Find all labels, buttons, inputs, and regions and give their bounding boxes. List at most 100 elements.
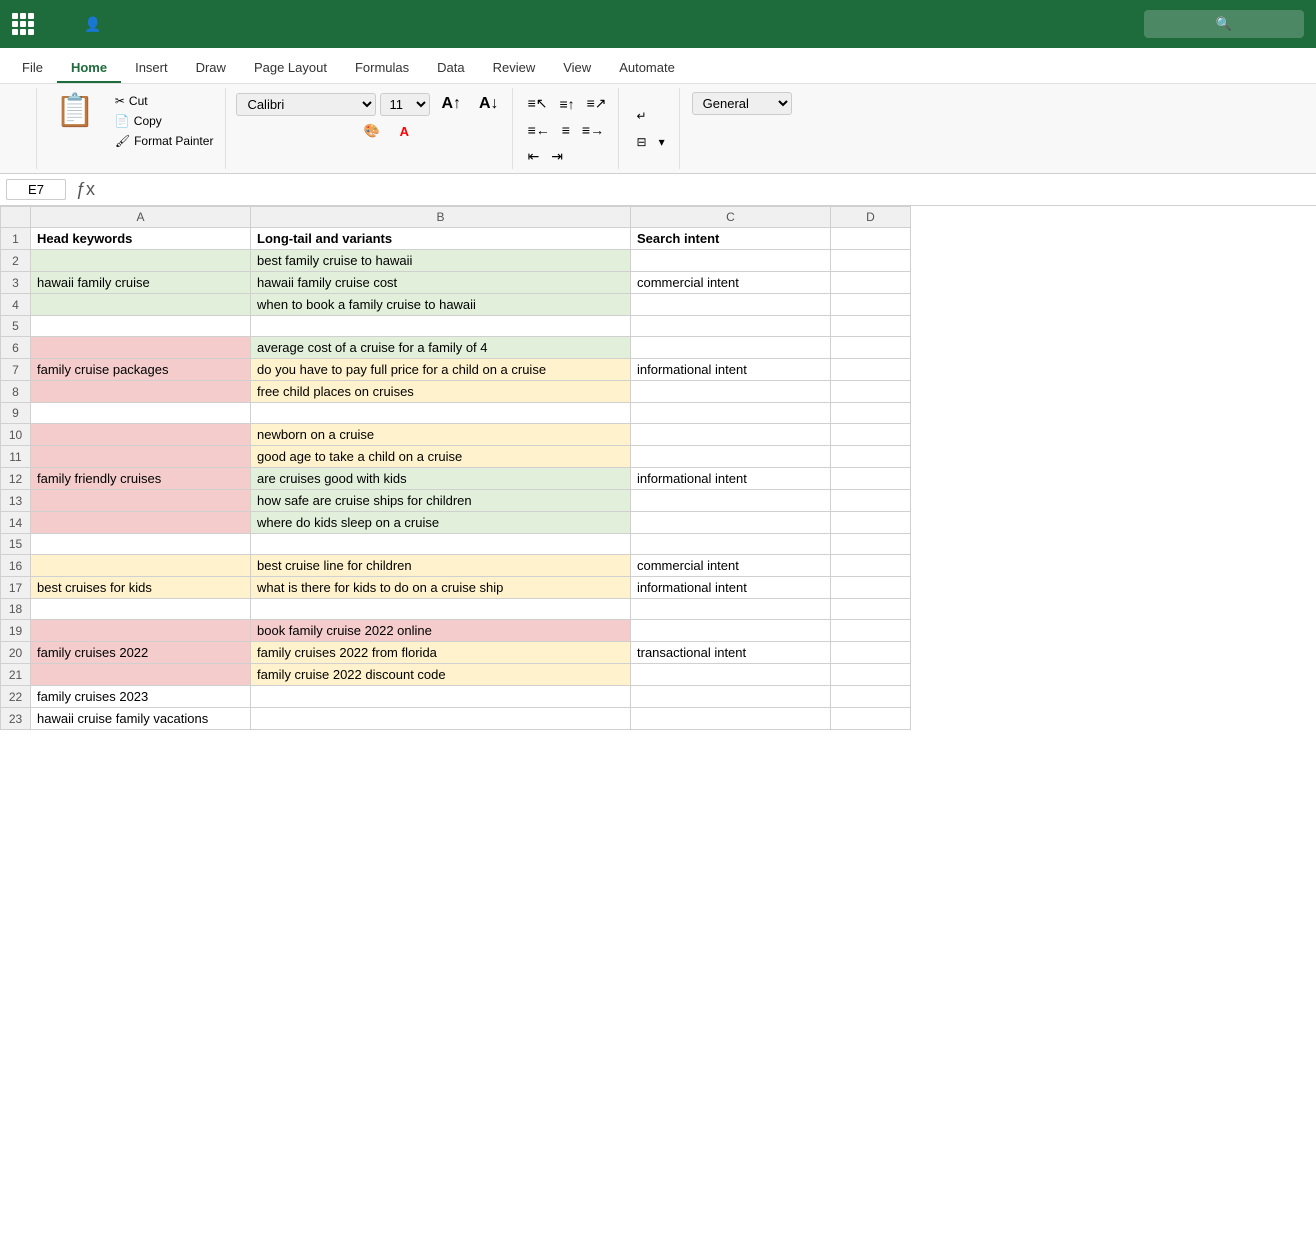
number-format-select[interactable]: General <box>692 92 792 115</box>
cell-6-C[interactable] <box>631 337 831 359</box>
align-center-button[interactable]: ≡ <box>557 119 575 141</box>
cell-15-D[interactable] <box>831 534 911 555</box>
cell-14-D[interactable] <box>831 512 911 534</box>
cell-12-D[interactable] <box>831 468 911 490</box>
cell-20-A[interactable]: family cruises 2022 <box>31 642 251 664</box>
cell-14-C[interactable] <box>631 512 831 534</box>
tab-insert[interactable]: Insert <box>121 54 182 83</box>
cell-23-A[interactable]: hawaii cruise family vacations <box>31 708 251 730</box>
row-header-15[interactable]: 15 <box>1 534 31 555</box>
paste-button[interactable]: 📋 <box>47 92 103 128</box>
cell-reference-input[interactable] <box>6 179 66 200</box>
cell-14-A[interactable] <box>31 512 251 534</box>
cell-5-D[interactable] <box>831 316 911 337</box>
row-header-6[interactable]: 6 <box>1 337 31 359</box>
tab-formulas[interactable]: Formulas <box>341 54 423 83</box>
cell-21-B[interactable]: family cruise 2022 discount code <box>251 664 631 686</box>
cell-22-C[interactable] <box>631 686 831 708</box>
col-header-a[interactable]: A <box>31 207 251 228</box>
row-header-18[interactable]: 18 <box>1 599 31 620</box>
cell-20-D[interactable] <box>831 642 911 664</box>
row-header-20[interactable]: 20 <box>1 642 31 664</box>
tab-draw[interactable]: Draw <box>182 54 240 83</box>
cell-9-A[interactable] <box>31 403 251 424</box>
row-header-10[interactable]: 10 <box>1 424 31 446</box>
cell-3-C[interactable]: commercial intent <box>631 272 831 294</box>
cell-10-B[interactable]: newborn on a cruise <box>251 424 631 446</box>
app-grid-icon[interactable] <box>12 13 34 35</box>
cell-10-D[interactable] <box>831 424 911 446</box>
cut-button[interactable]: ✂ Cut <box>109 92 220 110</box>
tab-home[interactable]: Home <box>57 54 121 83</box>
percent-button[interactable] <box>708 119 720 123</box>
cell-7-C[interactable]: informational intent <box>631 359 831 381</box>
cell-23-C[interactable] <box>631 708 831 730</box>
format-painter-button[interactable]: 🖌 Format Painter <box>109 132 220 150</box>
font-size-decrease[interactable]: A↓ <box>472 92 506 116</box>
cell-3-A[interactable]: hawaii family cruise <box>31 272 251 294</box>
cell-7-D[interactable] <box>831 359 911 381</box>
tab-automate[interactable]: Automate <box>605 54 689 83</box>
tab-page-layout[interactable]: Page Layout <box>240 54 341 83</box>
cell-15-C[interactable] <box>631 534 831 555</box>
row-header-5[interactable]: 5 <box>1 316 31 337</box>
align-top-center-button[interactable]: ≡↑ <box>554 93 579 115</box>
cell-18-B[interactable] <box>251 599 631 620</box>
cell-7-B[interactable]: do you have to pay full price for a chil… <box>251 359 631 381</box>
cell-21-C[interactable] <box>631 664 831 686</box>
cell-16-C[interactable]: commercial intent <box>631 555 831 577</box>
row-header-13[interactable]: 13 <box>1 490 31 512</box>
cell-2-D[interactable] <box>831 250 911 272</box>
cell-21-A[interactable] <box>31 664 251 686</box>
cell-17-D[interactable] <box>831 577 911 599</box>
row-header-16[interactable]: 16 <box>1 555 31 577</box>
font-size-increase[interactable]: A↑ <box>434 92 468 116</box>
cell-6-B[interactable]: average cost of a cruise for a family of… <box>251 337 631 359</box>
cell-11-C[interactable] <box>631 446 831 468</box>
cell-17-B[interactable]: what is there for kids to do on a cruise… <box>251 577 631 599</box>
cell-5-C[interactable] <box>631 316 831 337</box>
strikethrough-button[interactable] <box>316 128 330 134</box>
search-box[interactable]: 🔍 <box>1144 10 1304 38</box>
cell-17-A[interactable]: best cruises for kids <box>31 577 251 599</box>
cell-19-D[interactable] <box>831 620 911 642</box>
cell-13-B[interactable]: how safe are cruise ships for children <box>251 490 631 512</box>
cell-20-C[interactable]: transactional intent <box>631 642 831 664</box>
cell-16-A[interactable] <box>31 555 251 577</box>
cell-4-D[interactable] <box>831 294 911 316</box>
cell-12-B[interactable]: are cruises good with kids <box>251 468 631 490</box>
cell-8-B[interactable]: free child places on cruises <box>251 381 631 403</box>
cell-7-A[interactable]: family cruise packages <box>31 359 251 381</box>
cell-23-B[interactable] <box>251 708 631 730</box>
row-header-19[interactable]: 19 <box>1 620 31 642</box>
double-underline-button[interactable] <box>296 128 310 134</box>
tab-view[interactable]: View <box>549 54 605 83</box>
cell-4-B[interactable]: when to book a family cruise to hawaii <box>251 294 631 316</box>
font-name-select[interactable]: Calibri <box>236 93 376 116</box>
align-top-left-button[interactable]: ≡↖ <box>523 92 553 115</box>
row-header-1[interactable]: 1 <box>1 228 31 250</box>
cell-15-B[interactable] <box>251 534 631 555</box>
cell-18-C[interactable] <box>631 599 831 620</box>
cell-17-C[interactable]: informational intent <box>631 577 831 599</box>
align-right-button[interactable]: ≡→ <box>577 119 609 141</box>
tab-review[interactable]: Review <box>479 54 550 83</box>
cell-4-C[interactable] <box>631 294 831 316</box>
cell-2-C[interactable] <box>631 250 831 272</box>
formula-input[interactable] <box>105 180 1310 199</box>
cell-2-B[interactable]: best family cruise to hawaii <box>251 250 631 272</box>
row-header-14[interactable]: 14 <box>1 512 31 534</box>
redo-button[interactable] <box>16 129 28 135</box>
cell-13-A[interactable] <box>31 490 251 512</box>
row-header-11[interactable]: 11 <box>1 446 31 468</box>
font-size-select[interactable]: 11 <box>380 93 430 116</box>
cell-13-D[interactable] <box>831 490 911 512</box>
cell-14-B[interactable]: where do kids sleep on a cruise <box>251 512 631 534</box>
cell-13-C[interactable] <box>631 490 831 512</box>
cell-2-A[interactable] <box>31 250 251 272</box>
cell-16-D[interactable] <box>831 555 911 577</box>
merge-dropdown-icon[interactable]: ▾ <box>659 135 665 149</box>
cell-5-A[interactable] <box>31 316 251 337</box>
row-header-21[interactable]: 21 <box>1 664 31 686</box>
col-header-c[interactable]: C <box>631 207 831 228</box>
